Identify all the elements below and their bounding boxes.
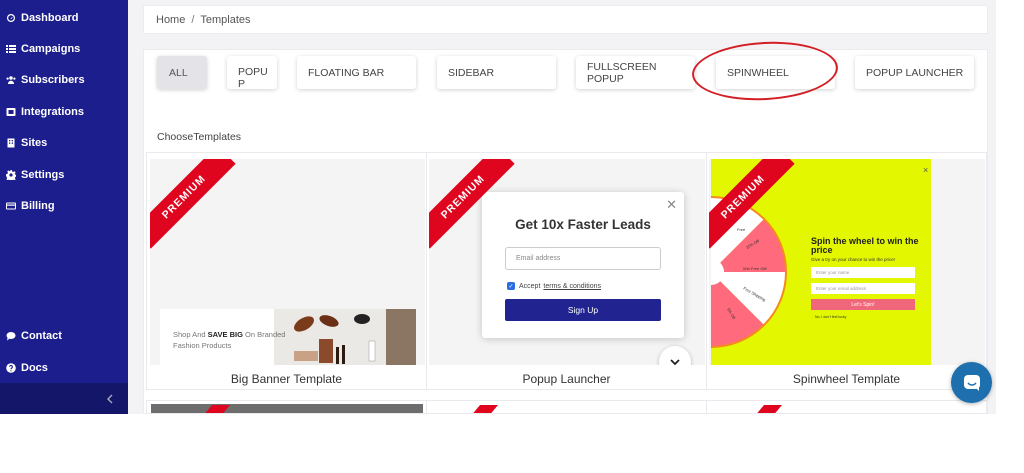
- premium-badge: PREMIUM: [150, 159, 236, 249]
- spin-button: Let's Spin!: [811, 299, 915, 310]
- checkbox-icon: ✓: [507, 282, 515, 290]
- gear-icon: [5, 170, 16, 181]
- dashboard-icon: [5, 13, 16, 24]
- banner-preview: Shop And SAVE BIG On Branded Fashion Pro…: [160, 309, 416, 365]
- building-icon: [5, 138, 16, 149]
- expand-button: [659, 346, 691, 365]
- sidebar-item-label: Subscribers: [21, 74, 85, 86]
- breadcrumb-home[interactable]: Home: [156, 14, 185, 26]
- svg-text:Free: Free: [737, 227, 746, 232]
- svg-text:Win Free Gift: Win Free Gift: [743, 266, 767, 271]
- sidebar-item-label: Integrations: [21, 106, 84, 118]
- sidebar: Dashboard Campaigns Subscribers Integrat…: [0, 0, 128, 414]
- breadcrumb-current: Templates: [200, 13, 251, 26]
- popup-preview: ✕ Get 10x Faster Leads Email address ✓ A…: [482, 192, 684, 338]
- template-preview: PREMIUM Shop And SAVE BIG On Branded Fas…: [150, 159, 425, 365]
- banner-text: Shop And SAVE BIG On Branded Fashion Pro…: [173, 330, 286, 350]
- sidebar-collapse-button[interactable]: [0, 383, 128, 414]
- email-field: Enter your email address: [811, 283, 915, 294]
- chevron-down-icon: [670, 358, 680, 365]
- users-icon: [5, 75, 16, 86]
- template-title: Big Banner Template: [230, 372, 343, 386]
- template-card-partial[interactable]: [146, 400, 427, 414]
- sidebar-item-label: Dashboard: [21, 12, 79, 24]
- breadcrumb-separator: /: [191, 13, 195, 26]
- tab-popup-launcher[interactable]: POPUP LAUNCHER: [855, 56, 974, 89]
- chat-icon: [963, 374, 980, 391]
- sidebar-item-label: Contact: [21, 330, 62, 342]
- close-icon: ✕: [666, 197, 677, 212]
- spinwheel-heading: Spin the wheel to win the price: [811, 236, 919, 255]
- sidebar-item-label: Settings: [21, 169, 65, 181]
- spinwheel-subtext: Give a try on your chance to win the pri…: [811, 257, 896, 262]
- template-card-partial[interactable]: [426, 400, 707, 414]
- question-icon: [5, 363, 16, 374]
- sidebar-item-docs[interactable]: Docs: [0, 356, 128, 380]
- credit-card-icon: [5, 201, 16, 212]
- breadcrumb: Home / Templates: [143, 5, 988, 34]
- template-card-spinwheel[interactable]: Free 25% Off Win Free Gift Free Shipping…: [706, 152, 987, 390]
- signup-button: Sign Up: [505, 299, 661, 321]
- sidebar-item-settings[interactable]: Settings: [0, 163, 128, 187]
- chat-launcher-button[interactable]: [951, 362, 992, 403]
- tab-fullscreen-popup[interactable]: FULLSCREEN POPUP: [576, 56, 695, 89]
- sidebar-item-label: Billing: [21, 200, 55, 212]
- tab-sidebar[interactable]: SIDEBAR: [437, 56, 556, 89]
- sidebar-item-contact[interactable]: Contact: [0, 324, 128, 348]
- sidebar-item-dashboard[interactable]: Dashboard: [0, 6, 128, 30]
- template-card-partial[interactable]: [706, 400, 987, 414]
- tab-popup[interactable]: POPU P: [227, 56, 277, 90]
- tab-all[interactable]: ALL: [157, 56, 207, 89]
- chevron-left-icon: [107, 394, 113, 403]
- template-card-big-banner[interactable]: PREMIUM Shop And SAVE BIG On Branded Fas…: [146, 152, 427, 390]
- plug-icon: [5, 107, 16, 118]
- sidebar-item-sites[interactable]: Sites: [0, 131, 128, 155]
- list-icon: [5, 44, 16, 55]
- template-preview: PREMIUM ✕ Get 10x Faster Leads Email add…: [429, 159, 705, 365]
- email-field: Email address: [505, 247, 661, 270]
- template-title: Popup Launcher: [522, 372, 611, 386]
- close-icon: ×: [923, 165, 929, 175]
- sidebar-item-campaigns[interactable]: Campaigns: [0, 37, 128, 61]
- sidebar-item-label: Sites: [21, 137, 48, 149]
- name-field: Enter your name: [811, 267, 915, 278]
- sidebar-item-billing[interactable]: Billing: [0, 194, 128, 218]
- sidebar-item-subscribers[interactable]: Subscribers: [0, 68, 128, 92]
- tab-floating-bar[interactable]: FLOATING BAR: [297, 56, 416, 89]
- chat-icon: [5, 331, 16, 342]
- popup-heading: Get 10x Faster Leads: [515, 217, 651, 232]
- template-card-popup-launcher[interactable]: PREMIUM ✕ Get 10x Faster Leads Email add…: [426, 152, 707, 390]
- sidebar-item-label: Campaigns: [21, 43, 81, 55]
- shoes-image: [274, 309, 416, 365]
- sidebar-item-label: Docs: [21, 362, 48, 374]
- sidebar-item-integrations[interactable]: Integrations: [0, 100, 128, 124]
- template-preview: Free 25% Off Win Free Gift Free Shipping…: [709, 159, 985, 365]
- decline-link: No, I don't feel lucky: [815, 315, 847, 319]
- section-label: ChooseTemplates: [157, 131, 242, 143]
- terms-checkbox: ✓ Accept terms & conditions: [507, 282, 601, 290]
- template-title: Spinwheel Template: [792, 372, 901, 386]
